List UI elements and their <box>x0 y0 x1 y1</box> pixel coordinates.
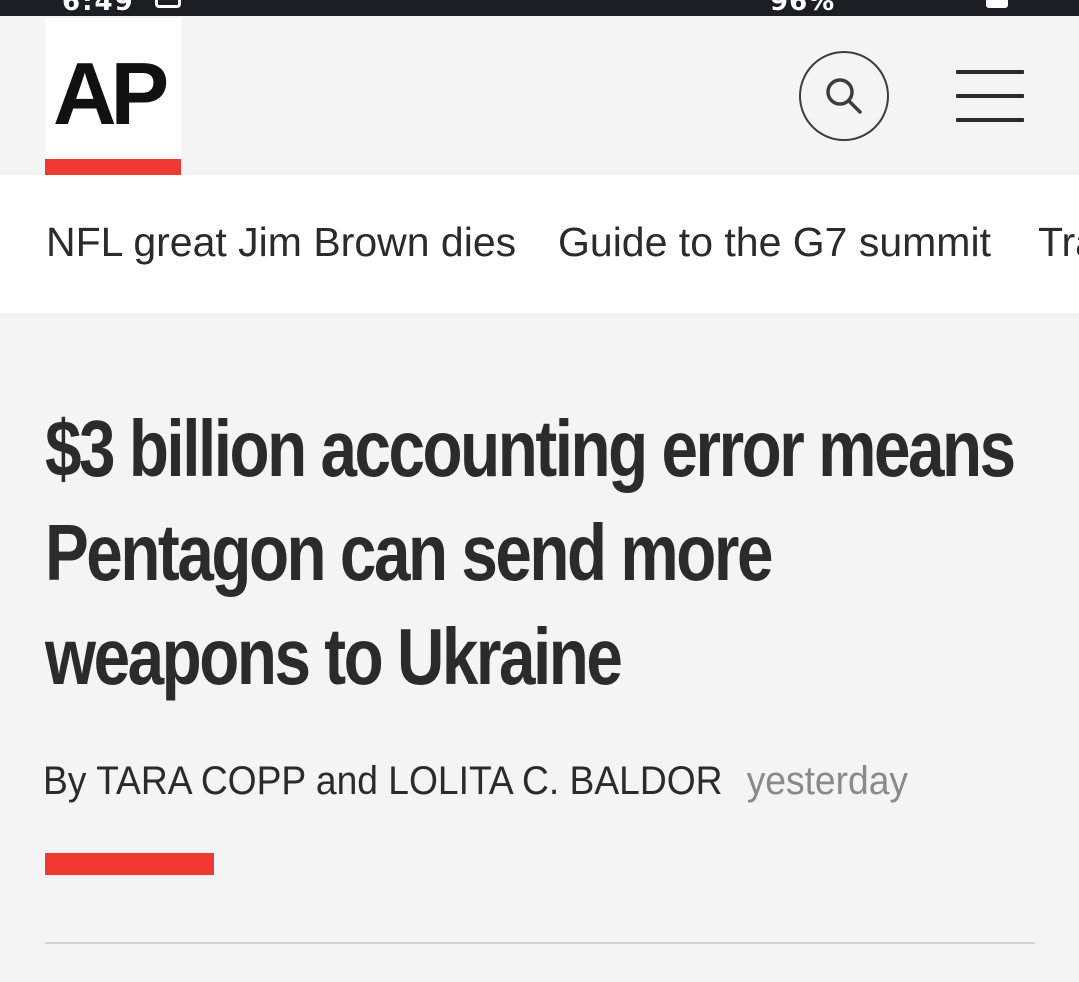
trending-link-jim-brown[interactable]: NFL great Jim Brown dies <box>46 219 516 266</box>
section-divider <box>45 942 1035 944</box>
menu-icon-line <box>956 94 1024 98</box>
hamburger-menu-button[interactable] <box>956 70 1024 122</box>
ap-logo-mark: AP <box>53 52 173 132</box>
trending-topics-bar: NFL great Jim Brown dies Guide to the G7… <box>0 175 1079 313</box>
menu-icon-line <box>956 118 1024 122</box>
article-byline: By TARA COPP and LOLITA C. BALDOR yesterd… <box>43 759 908 804</box>
menu-icon-line <box>956 70 1024 74</box>
status-bar: 6:49 96% <box>0 0 1079 16</box>
trending-link-g7-summit[interactable]: Guide to the G7 summit <box>558 219 991 266</box>
status-battery-text: 96% <box>770 0 836 16</box>
ap-logo[interactable]: AP <box>45 18 181 175</box>
byline-prefix: By <box>43 759 87 803</box>
byline-authors[interactable]: TARA COPP and LOLITA C. BALDOR <box>96 759 722 803</box>
article-header: $3 billion accounting error means Pentag… <box>0 313 1079 982</box>
ap-logo-text: AP <box>53 52 167 132</box>
article-headline: $3 billion accounting error means Pentag… <box>45 404 1016 701</box>
calendar-notification-icon <box>155 0 181 8</box>
battery-icon <box>986 0 1008 8</box>
search-icon <box>826 78 862 114</box>
site-header: AP <box>0 16 1079 175</box>
search-button[interactable] <box>799 51 889 141</box>
article-timestamp: yesterday <box>746 759 908 803</box>
trending-link-truncated[interactable]: Tra <box>1038 219 1079 266</box>
logo-red-bar <box>45 159 181 175</box>
status-time: 6:49 <box>62 0 135 16</box>
headline-accent-bar <box>45 853 214 875</box>
